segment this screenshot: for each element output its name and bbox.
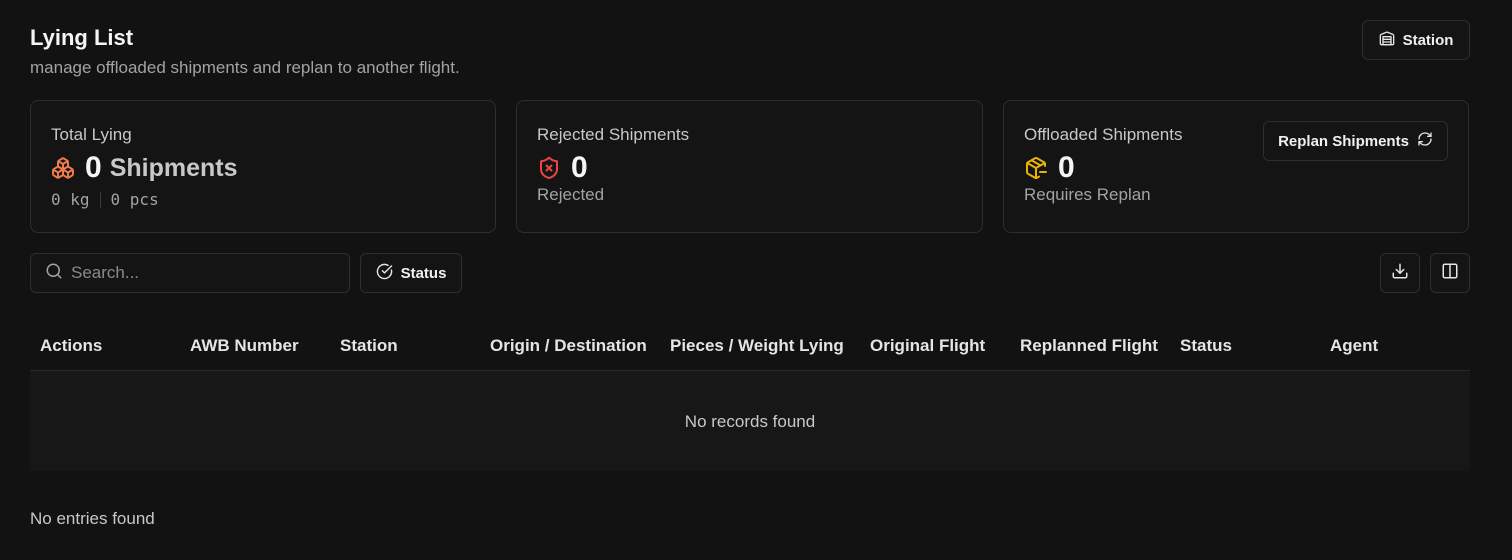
meta-divider [99, 191, 101, 208]
lying-list-page: Lying List manage offloaded shipments an… [0, 0, 1512, 560]
column-header-station[interactable]: Station [340, 336, 398, 356]
rejected-value-row: 0 [537, 151, 588, 185]
status-filter-button[interactable]: Status [360, 253, 462, 293]
replan-button-label: Replan Shipments [1278, 132, 1409, 150]
offloaded-label: Offloaded Shipments [1024, 125, 1183, 144]
total-lying-value-row: 0 Shipments [51, 151, 237, 185]
download-button[interactable] [1380, 253, 1420, 293]
total-lying-unit: Shipments [109, 153, 238, 182]
column-header-status[interactable]: Status [1180, 336, 1232, 356]
total-weight: 0 kg [51, 190, 90, 209]
page-title: Lying List [30, 25, 134, 50]
page-subtitle: manage offloaded shipments and replan to… [30, 58, 460, 77]
replan-shipments-button[interactable]: Replan Shipments [1263, 121, 1448, 161]
offloaded-value-row: 0 [1024, 151, 1075, 185]
lying-list-table: Actions AWB Number Station Origin / Dest… [30, 322, 1470, 471]
rejected-shipments-card: Rejected Shipments 0 Rejected [516, 100, 983, 233]
download-icon [1391, 262, 1409, 284]
column-header-original-flight[interactable]: Original Flight [870, 336, 985, 356]
package-minus-icon [1024, 156, 1048, 180]
columns-icon [1441, 262, 1459, 284]
total-lying-label: Total Lying [51, 125, 132, 144]
column-header-actions[interactable]: Actions [40, 336, 102, 356]
table-body: No records found [30, 371, 1470, 471]
refresh-icon [1417, 131, 1433, 151]
offloaded-sub: Requires Replan [1024, 185, 1151, 204]
rejected-sub: Rejected [537, 185, 605, 204]
station-button[interactable]: Station [1362, 20, 1470, 60]
search-box[interactable] [30, 253, 350, 293]
column-header-replanned-flight[interactable]: Replanned Flight [1020, 336, 1158, 356]
table-header: Actions AWB Number Station Origin / Dest… [30, 322, 1470, 371]
column-header-origin-destination[interactable]: Origin / Destination [490, 336, 647, 356]
search-icon [45, 262, 63, 285]
circle-check-icon [376, 263, 393, 284]
search-input[interactable] [71, 263, 321, 283]
total-lying-value: 0 [85, 151, 102, 184]
total-lying-meta: 0 kg 0 pcs [51, 190, 159, 209]
status-filter-label: Status [400, 264, 447, 282]
total-lying-card: Total Lying 0 Shipments 0 kg 0 pcs [30, 100, 496, 233]
pagination-info: No entries found [30, 509, 155, 528]
station-button-label: Station [1402, 31, 1454, 49]
rejected-value: 0 [571, 151, 588, 184]
total-pieces: 0 pcs [110, 190, 159, 209]
column-header-awb-number[interactable]: AWB Number [190, 336, 299, 356]
warehouse-icon [1379, 30, 1395, 50]
offloaded-shipments-card: Offloaded Shipments 0 Requires Replan Re… [1003, 100, 1469, 233]
empty-state-text: No records found [684, 412, 816, 431]
shield-x-icon [537, 156, 561, 180]
column-header-pieces-weight[interactable]: Pieces / Weight Lying [670, 336, 844, 356]
column-header-agent[interactable]: Agent [1330, 336, 1378, 356]
columns-toggle-button[interactable] [1430, 253, 1470, 293]
rejected-label: Rejected Shipments [537, 125, 690, 144]
boxes-icon [51, 156, 75, 180]
offloaded-value: 0 [1058, 151, 1075, 184]
